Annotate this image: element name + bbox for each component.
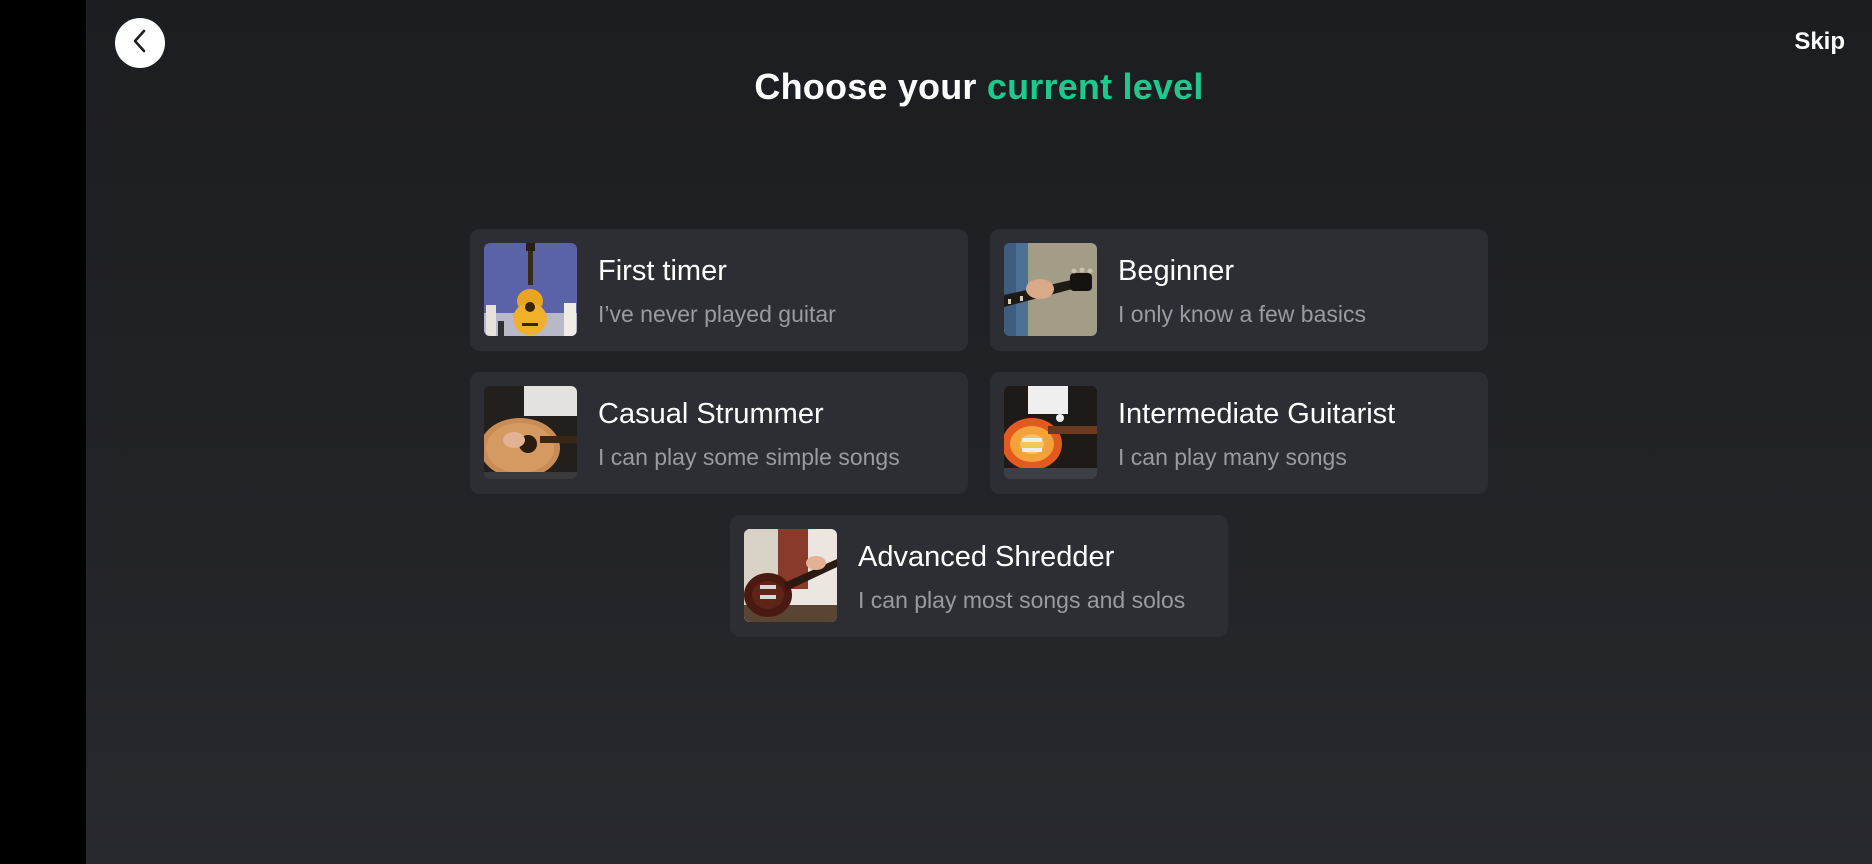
level-title: Beginner [1118, 255, 1235, 287]
level-option-advanced-shredder[interactable]: Advanced Shredder I can play most songs … [730, 515, 1228, 637]
title-accent: current level [986, 66, 1204, 107]
level-subtitle: I can play some simple songs [598, 444, 900, 470]
level-thumbnail-casual-strummer [484, 386, 577, 479]
chevron-left-icon [129, 28, 151, 59]
level-title: First timer [598, 255, 727, 287]
level-option-intermediate-guitarist[interactable]: Intermediate Guitarist I can play many s… [990, 372, 1488, 494]
app-root: Skip Choose your current level First tim… [0, 0, 1872, 864]
level-option-casual-strummer[interactable]: Casual Strummer I can play some simple s… [470, 372, 968, 494]
level-thumbnail-advanced-shredder [744, 529, 837, 622]
level-title: Casual Strummer [598, 398, 824, 430]
page-title: Choose your current level [86, 66, 1872, 108]
level-thumbnail-intermediate-guitarist [1004, 386, 1097, 479]
level-thumbnail-beginner [1004, 243, 1097, 336]
level-option-first-timer[interactable]: First timer I’ve never played guitar [470, 229, 968, 351]
level-subtitle: I can play many songs [1118, 444, 1347, 470]
level-subtitle: I only know a few basics [1118, 301, 1367, 327]
title-prefix: Choose your [754, 66, 987, 107]
level-title: Intermediate Guitarist [1118, 398, 1396, 430]
back-button[interactable] [115, 18, 165, 68]
level-option-beginner[interactable]: Beginner I only know a few basics [990, 229, 1488, 351]
level-select-screen: Skip Choose your current level First tim… [86, 0, 1872, 864]
level-subtitle: I can play most songs and solos [858, 587, 1186, 613]
level-thumbnail-first-timer [484, 243, 577, 336]
skip-button[interactable]: Skip [1794, 28, 1845, 56]
level-title: Advanced Shredder [858, 541, 1115, 573]
level-subtitle: I’ve never played guitar [598, 301, 836, 327]
